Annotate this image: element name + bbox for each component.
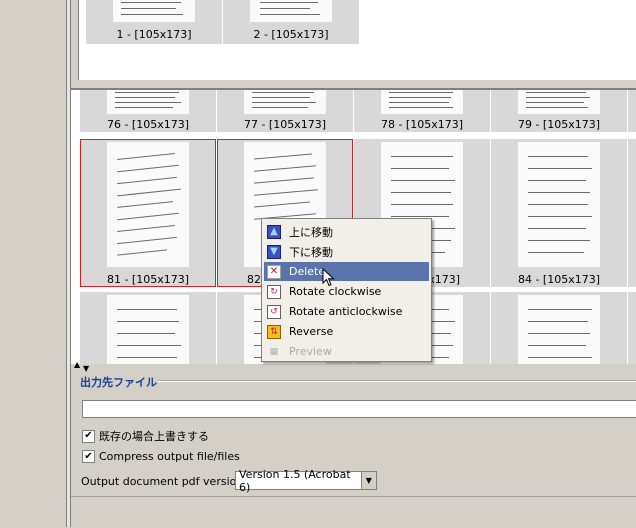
- thumbnail-cell[interactable]: 2 - [105x173]: [223, 0, 359, 44]
- delete-icon: ✕: [267, 264, 281, 279]
- thumbnail-caption: 1 - [105x173]: [116, 28, 192, 41]
- compress-option[interactable]: ✔ Compress output file/files: [82, 450, 240, 463]
- output-path-input[interactable]: [82, 400, 636, 418]
- page-thumbnail: [107, 90, 189, 114]
- page-thumbnail: [250, 0, 332, 22]
- menu-item-delete[interactable]: ✕ Delete: [264, 262, 429, 281]
- compress-label: Compress output file/files: [99, 450, 240, 463]
- thumbnail-cell[interactable]: 76 - [105x173]: [80, 90, 216, 132]
- thumbnail-cell-selected[interactable]: 81 - [105x173]: [80, 139, 216, 287]
- thumbnail-cell[interactable]: 77 - [105x173]: [217, 90, 353, 132]
- overwrite-checkbox[interactable]: ✔: [82, 429, 95, 443]
- menu-item-reverse[interactable]: ⇅ Reverse: [264, 322, 429, 341]
- thumbnail-caption: 81 - [105x173]: [106, 273, 190, 286]
- menu-item-rotate-anticlockwise[interactable]: ↺ Rotate anticlockwise: [264, 302, 429, 321]
- collapse-up-icon[interactable]: ▲: [74, 361, 80, 369]
- menu-item-rotate-clockwise[interactable]: ↻ Rotate clockwise: [264, 282, 429, 301]
- reverse-icon: ⇅: [267, 324, 281, 339]
- compress-checkbox[interactable]: ✔: [82, 450, 95, 463]
- thumbnail-cell[interactable]: [628, 292, 636, 366]
- thumbnail-caption: 77 - [105x173]: [243, 118, 327, 131]
- page-thumbnail: [381, 90, 463, 114]
- pane-splitter[interactable]: [71, 80, 636, 88]
- context-menu: ▲ 上に移動 ▼ 下に移動 ✕ Delete ↻ Rotate clockwis…: [261, 218, 432, 362]
- thumbnail-cell[interactable]: [628, 139, 636, 287]
- thumbnail-caption: 84 - [105x173]: [517, 273, 601, 286]
- move-up-icon: ▲: [267, 224, 281, 239]
- menu-item-move-down[interactable]: ▼ 下に移動: [264, 242, 429, 261]
- menu-item-label: Delete: [289, 265, 326, 278]
- section-divider-highlight: [158, 381, 636, 382]
- menu-item-label: 下に移動: [289, 245, 333, 259]
- thumbnail-cell[interactable]: [80, 292, 216, 366]
- status-bar: [71, 496, 636, 528]
- pdf-version-value: Version 1.5 (Acrobat 6): [239, 467, 351, 494]
- pdf-version-label: Output document pdf version:: [81, 475, 248, 488]
- mouse-cursor-icon: [322, 268, 335, 287]
- menu-item-move-up[interactable]: ▲ 上に移動: [264, 222, 429, 241]
- menu-item-label: Preview: [289, 345, 332, 358]
- panel-splitter[interactable]: ▲ ▼: [71, 361, 636, 373]
- thumbnail-cell[interactable]: [628, 90, 636, 132]
- thumbnail-caption: 76 - [105x173]: [106, 118, 190, 131]
- thumbnail-caption: 78 - [105x173]: [380, 118, 464, 131]
- move-down-icon: ▼: [267, 244, 281, 259]
- left-gutter: [0, 0, 66, 527]
- pdf-version-select[interactable]: Version 1.5 (Acrobat 6) ▼: [235, 468, 377, 494]
- input-file-pane[interactable]: 1 - [105x173] 2 - [105x173]: [78, 0, 636, 81]
- overwrite-option[interactable]: ✔ 既存の場合上書きする: [82, 428, 209, 444]
- menu-item-label: 上に移動: [289, 225, 333, 239]
- thumbnail-cell[interactable]: 84 - [105x173]: [491, 139, 627, 287]
- menu-item-label: Reverse: [289, 325, 334, 338]
- thumbnail-cell[interactable]: [491, 292, 627, 366]
- page-thumbnail: [518, 295, 600, 366]
- dropdown-arrow-icon[interactable]: ▼: [360, 472, 376, 489]
- page-thumbnail: [113, 0, 195, 22]
- menu-item-label: Rotate anticlockwise: [289, 305, 403, 318]
- rotate-anticlockwise-icon: ↺: [267, 304, 281, 319]
- thumbnail-caption: 79 - [105x173]: [517, 118, 601, 131]
- page-thumbnail: [244, 90, 326, 114]
- page-thumbnail: [518, 90, 600, 114]
- page-thumbnail: [518, 142, 600, 267]
- rotate-clockwise-icon: ↻: [267, 284, 281, 299]
- overwrite-label: 既存の場合上書きする: [99, 430, 209, 443]
- thumbnail-cell[interactable]: 79 - [105x173]: [491, 90, 627, 132]
- thumbnail-cell[interactable]: 1 - [105x173]: [86, 0, 222, 44]
- thumbnail-cell[interactable]: 78 - [105x173]: [354, 90, 490, 132]
- menu-item-preview: ▦ Preview: [264, 342, 429, 361]
- page-thumbnail: [107, 142, 189, 267]
- section-title: 出力先ファイル: [80, 376, 157, 389]
- thumbnail-caption: 2 - [105x173]: [253, 28, 329, 41]
- page-thumbnail: [107, 295, 189, 366]
- preview-icon: ▦: [269, 346, 279, 357]
